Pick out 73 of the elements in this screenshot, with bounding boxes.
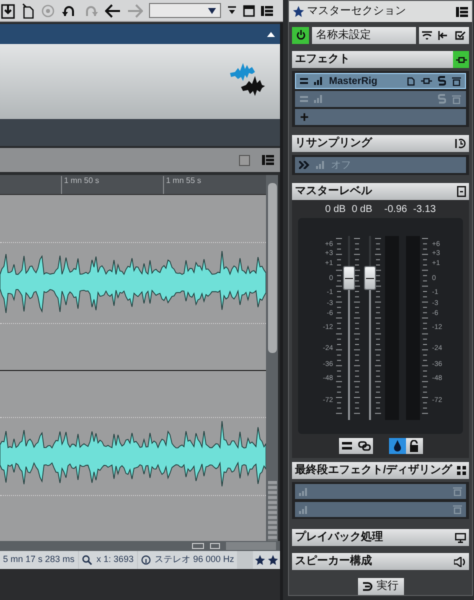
audio-format: ステレオ 96 000 Hz: [154, 553, 234, 566]
clock-icon[interactable]: [455, 138, 466, 149]
preset-name-field[interactable]: 名称未設定: [312, 26, 416, 44]
meter-option-button[interactable]: [338, 438, 356, 454]
level-reading: -3.13: [413, 202, 436, 216]
meter-option-button[interactable]: [356, 438, 372, 454]
section-header[interactable]: 最終段エフェクト/ディザリング: [292, 462, 469, 479]
section-header[interactable]: プレイバック処理: [292, 529, 469, 546]
link-icon: [358, 441, 370, 451]
insert-icon[interactable]: [452, 76, 461, 86]
list-icon[interactable]: [456, 6, 468, 16]
star-icon[interactable]: [293, 6, 304, 17]
back-arrow-icon[interactable]: [105, 4, 121, 18]
ruler-label: 1 mn 50 s: [61, 176, 100, 194]
drop-icon: [392, 440, 402, 452]
dropdown-caret-icon: [208, 8, 216, 14]
plugin-name: MasterRig: [329, 74, 378, 88]
download-icon[interactable]: [1, 2, 15, 18]
list-icon[interactable]: [261, 6, 273, 16]
grid-icon[interactable]: [457, 466, 466, 475]
document-icon[interactable]: [407, 76, 415, 86]
resampling-value: オフ: [331, 158, 351, 172]
monitor-icon[interactable]: [455, 532, 466, 542]
history-dropdown[interactable]: [149, 3, 221, 18]
signal-bars-icon: [299, 506, 308, 514]
signal-bars-icon: [299, 488, 308, 496]
scrollbar-thumb[interactable]: [268, 183, 276, 353]
checkbox-icon[interactable]: [454, 30, 466, 40]
panel-title: マスターセクション: [307, 4, 407, 20]
star-icon[interactable]: [255, 555, 265, 565]
collapse-caret-icon[interactable]: [267, 32, 275, 36]
section-header[interactable]: スピーカー構成: [292, 553, 469, 570]
effect-slot[interactable]: MasterRig: [295, 73, 466, 89]
vertical-scrollbar[interactable]: [266, 175, 278, 541]
equal-icon[interactable]: [300, 78, 308, 84]
signal-bars-icon: [314, 77, 323, 85]
level-reading: 0 dB: [352, 202, 372, 216]
meter-option-button[interactable]: [406, 438, 422, 454]
zoom-display: x 1: 3693: [96, 553, 134, 566]
lock-icon: [409, 440, 419, 452]
section-header[interactable]: エフェクト: [292, 51, 469, 68]
signal-bars-icon: [316, 161, 325, 169]
time-display: 5 mn 17 s 283 ms: [0, 551, 78, 569]
undo-icon[interactable]: [61, 4, 77, 18]
fader-handle[interactable]: [343, 266, 355, 290]
fader-handle[interactable]: [364, 266, 376, 290]
square-icon[interactable]: [239, 154, 250, 166]
signal-bars-icon: [314, 95, 323, 103]
list-icon[interactable]: [262, 155, 274, 165]
wifi-icon[interactable]: [422, 30, 432, 40]
info-icon[interactable]: [140, 555, 151, 565]
section-header[interactable]: マスターレベル: [292, 183, 469, 200]
power-button[interactable]: [292, 26, 309, 44]
render-icon: [362, 582, 372, 591]
bypass-icon: [456, 56, 466, 62]
level-reading: -0.96: [384, 202, 408, 216]
caret-down-icon[interactable]: [227, 6, 237, 16]
render-button[interactable]: 実行: [358, 578, 404, 595]
speaker-icon[interactable]: [454, 556, 466, 566]
new-document-icon[interactable]: [21, 2, 35, 18]
import-icon[interactable]: [438, 30, 448, 40]
meter-icon[interactable]: [457, 186, 466, 197]
search-icon[interactable]: [82, 555, 92, 565]
level-reading: 0 dB: [325, 202, 346, 216]
star-icon[interactable]: [268, 555, 278, 565]
bypass-icon[interactable]: [421, 78, 432, 84]
window-icon[interactable]: [243, 4, 255, 16]
equal-icon: [342, 442, 352, 450]
effects-toggle[interactable]: [453, 51, 469, 68]
section-header[interactable]: リサンプリング: [292, 135, 469, 152]
ruler-label: 1 mn 55 s: [163, 176, 202, 194]
double-chevron-icon: [299, 161, 310, 169]
power-icon: [296, 30, 306, 40]
